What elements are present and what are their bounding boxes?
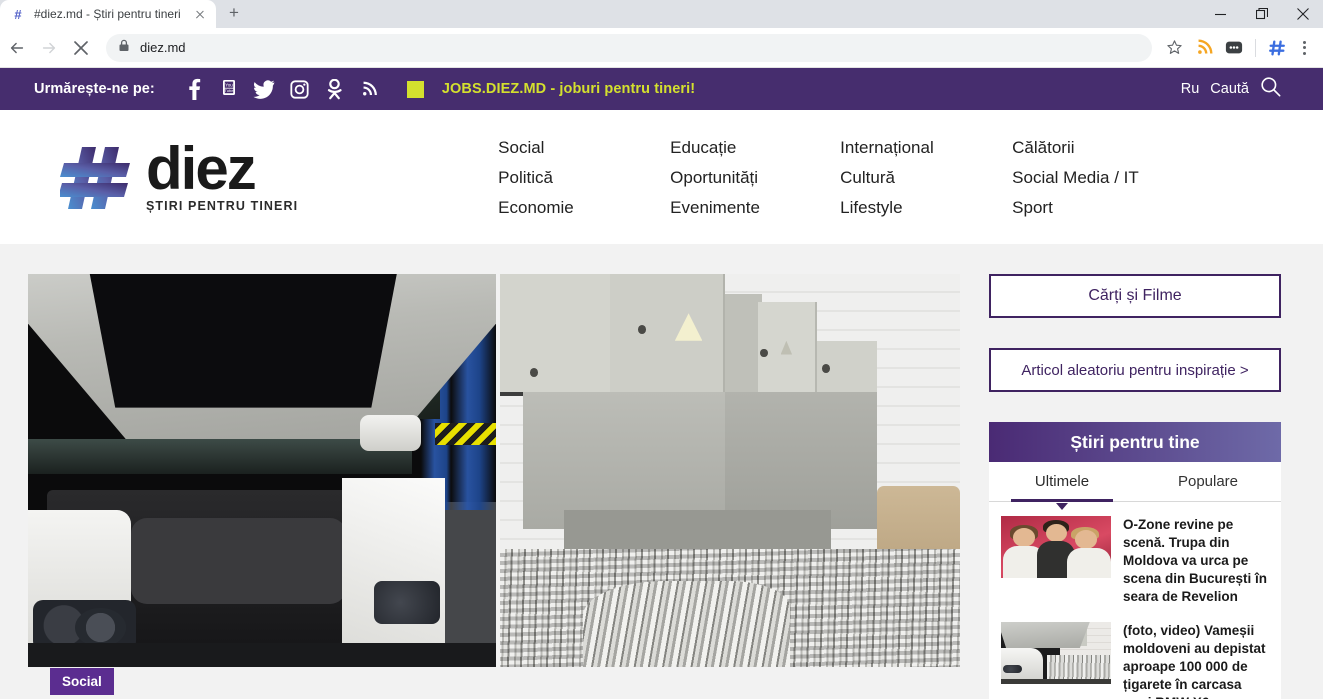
news-list: O-Zone revine pe scenă. Trupa din Moldov…: [989, 502, 1281, 699]
back-arrow-icon[interactable]: [2, 33, 32, 63]
minimize-icon[interactable]: [1200, 0, 1241, 28]
tab-ultimele-label: Ultimele: [1034, 473, 1090, 490]
tab-ultimele[interactable]: Ultimele: [989, 462, 1135, 510]
url-text: diez.md: [140, 40, 186, 55]
search-icon[interactable]: [1260, 76, 1281, 102]
bookmark-star-icon[interactable]: [1160, 34, 1188, 62]
jobs-square-icon: [406, 80, 424, 98]
facebook-icon[interactable]: [177, 74, 212, 104]
tab-title: #diez.md - Știri pentru tineri: [34, 7, 181, 21]
close-icon[interactable]: [192, 6, 208, 22]
logo-tagline: ȘTIRI PENTRU TINERI: [146, 199, 299, 214]
social-links: You Tube: [177, 74, 387, 104]
close-window-icon[interactable]: [1282, 0, 1323, 28]
logo-wordmark: diez: [146, 134, 257, 202]
hero-category-badge[interactable]: Social: [50, 668, 114, 695]
topbar-right-group: Ru Caută: [1181, 76, 1323, 102]
nav-item-calatorii[interactable]: Călătorii: [1012, 136, 1192, 159]
site-logo[interactable]: diez ȘTIRI PENTRU TINERI: [58, 134, 299, 214]
stop-loading-icon[interactable]: [66, 33, 96, 63]
nav-column-2: Educație Oportunități Evenimente: [670, 136, 840, 219]
nav-column-4: Călătorii Social Media / IT Sport: [1012, 136, 1192, 219]
nav-item-lifestyle[interactable]: Lifestyle: [840, 196, 1012, 219]
twitter-icon[interactable]: [247, 74, 282, 104]
list-item[interactable]: (foto, video) Vameșii moldoveni au depis…: [1001, 618, 1269, 699]
random-article-button[interactable]: Articol aleatoriu pentru inspirație >: [989, 348, 1281, 392]
widget-title: Știri pentru tine: [989, 422, 1281, 462]
o-zone-band-photo[interactable]: [1001, 516, 1111, 578]
svg-text:Tube: Tube: [225, 88, 235, 93]
main-navigation: Social Politică Economie Educație Oportu…: [498, 136, 1192, 219]
cigarette-packs-photo[interactable]: [500, 274, 960, 667]
extension-dark-icon[interactable]: [1220, 34, 1248, 62]
nav-column-3: Internațional Cultură Lifestyle: [840, 136, 1012, 219]
hash-favicon: #: [14, 6, 22, 22]
nav-item-oportunitati[interactable]: Oportunități: [670, 166, 840, 189]
nav-item-social[interactable]: Social: [498, 136, 670, 159]
nav-column-1: Social Politică Economie: [498, 136, 670, 219]
nav-item-sport[interactable]: Sport: [1012, 196, 1192, 219]
widget-tabs: Ultimele Populare: [989, 462, 1281, 510]
toolbar-divider: [1255, 38, 1256, 57]
news-widget: Știri pentru tine Ultimele Populare O-Zo…: [989, 422, 1281, 699]
sidebar: Cărți și Filme Articol aleatoriu pentru …: [989, 274, 1289, 699]
carti-si-filme-button[interactable]: Cărți și Filme: [989, 274, 1281, 318]
odnoklassniki-icon[interactable]: [317, 74, 352, 104]
rss-feed-icon[interactable]: [1190, 34, 1218, 62]
window-controls: [1200, 0, 1323, 28]
browser-toolbar: diez.md: [0, 28, 1323, 68]
browser-menu-icon[interactable]: [1293, 40, 1315, 55]
jobs-link[interactable]: JOBS.DIEZ.MD - joburi pentru tineri!: [442, 81, 695, 97]
nav-item-politica[interactable]: Politică: [498, 166, 670, 189]
rss-icon[interactable]: [352, 74, 387, 104]
language-switch-ru[interactable]: Ru: [1181, 81, 1200, 97]
nav-item-evenimente[interactable]: Evenimente: [670, 196, 840, 219]
site-header: diez ȘTIRI PENTRU TINERI Social Politică…: [0, 110, 1323, 244]
follow-label: Urmărește-ne pe:: [34, 81, 155, 97]
list-item[interactable]: O-Zone revine pe scenă. Trupa din Moldov…: [1001, 512, 1269, 618]
forward-arrow-icon[interactable]: [34, 33, 64, 63]
hero-image-row: [28, 274, 960, 667]
instagram-icon[interactable]: [282, 74, 317, 104]
page-viewport: Urmărește-ne pe: You Tube JOBS.DIEZ.MD - …: [0, 68, 1323, 699]
extension-hash-icon[interactable]: [1263, 34, 1291, 62]
caret-down-icon: [1056, 503, 1068, 510]
nav-item-social-media-it[interactable]: Social Media / IT: [1012, 166, 1192, 189]
hero-article[interactable]: Social (foto, video) Vameșii moldoveni a…: [28, 274, 960, 699]
svg-text:You: You: [225, 83, 233, 88]
browser-titlebar: # #diez.md - Știri pentru tineri +: [0, 0, 1323, 28]
nav-item-cultura[interactable]: Cultură: [840, 166, 1012, 189]
bmw-open-hood-photo[interactable]: [28, 274, 496, 667]
hash-logo-icon: [58, 145, 134, 211]
site-topbar: Urmărește-ne pe: You Tube JOBS.DIEZ.MD - …: [0, 68, 1323, 110]
nav-item-international[interactable]: Internațional: [840, 136, 1012, 159]
news-title[interactable]: (foto, video) Vameșii moldoveni au depis…: [1123, 622, 1269, 699]
nav-item-educatie[interactable]: Educație: [670, 136, 840, 159]
browser-tab[interactable]: # #diez.md - Știri pentru tineri: [0, 0, 216, 28]
new-tab-button[interactable]: +: [220, 0, 248, 28]
lock-icon: [118, 39, 130, 57]
tab-populare[interactable]: Populare: [1135, 462, 1281, 501]
youtube-icon[interactable]: You Tube: [212, 74, 247, 104]
restore-icon[interactable]: [1241, 0, 1282, 28]
search-label[interactable]: Caută: [1210, 81, 1249, 97]
nav-item-economie[interactable]: Economie: [498, 196, 670, 219]
main-content: Social (foto, video) Vameșii moldoveni a…: [0, 244, 1323, 699]
bmw-cigarettes-photo[interactable]: [1001, 622, 1111, 684]
address-bar[interactable]: diez.md: [106, 33, 1152, 62]
news-title[interactable]: O-Zone revine pe scenă. Trupa din Moldov…: [1123, 516, 1269, 606]
